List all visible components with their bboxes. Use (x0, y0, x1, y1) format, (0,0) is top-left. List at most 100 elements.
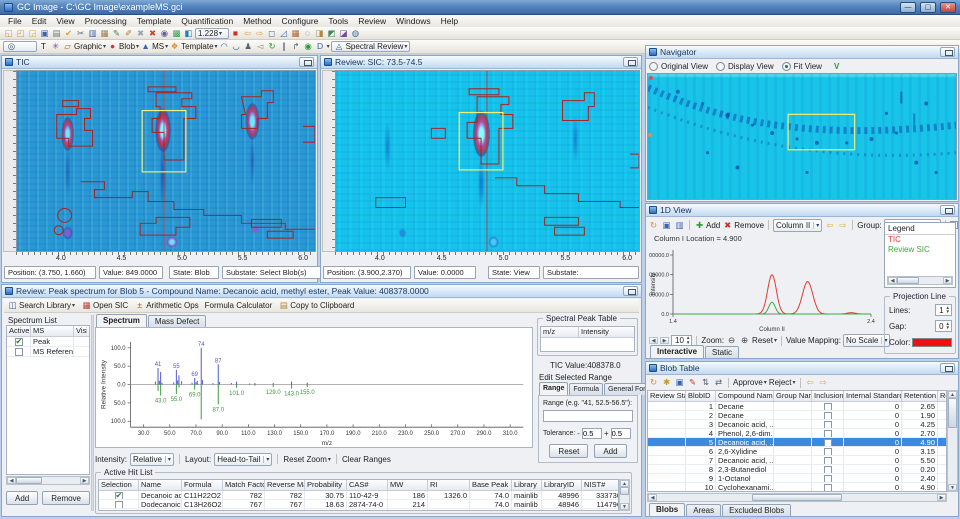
view-option[interactable]: Fit View (781, 61, 822, 71)
reject-button[interactable]: Reject ▾ (769, 378, 796, 387)
add-button[interactable]: Add (594, 444, 627, 458)
scroll-left-button[interactable]: ◀ (7, 477, 16, 484)
hit-list-row[interactable]: Dodecanoic a... C13H26O2 767 767 18.63 2… (99, 500, 618, 509)
paste-icon[interactable]: ▦ (99, 28, 110, 39)
copy-icon[interactable]: ▥ (87, 28, 98, 39)
calendar-icon[interactable]: ▦ (290, 28, 301, 39)
menu-item[interactable]: Quantification (176, 15, 238, 27)
maximize-button[interactable]: ▢ (920, 1, 936, 13)
blob-table-tab[interactable]: Blobs (649, 503, 686, 516)
scroll-down-button[interactable]: ▼ (948, 484, 957, 491)
reset-button[interactable]: Reset ▾ (752, 336, 777, 345)
spectrum-plot-box[interactable]: 30.0 50.0 70.0 90.0 110.0 130.0 150.0 170.0 190.… (95, 327, 533, 448)
layout-select[interactable]: Head-to-Tail ▾ (214, 452, 273, 466)
adjust-outline-icon[interactable]: ◡ (231, 41, 242, 52)
blob-table-tab[interactable]: Areas (686, 504, 722, 516)
clear-ranges-button[interactable]: Clear Ranges (342, 455, 391, 464)
arithmetic-ops-button[interactable]: ± Arithmetic Ops (134, 300, 198, 311)
hit-list-row[interactable]: Decanoic acid... C11H22O2 782 782 30.75 … (99, 491, 618, 500)
blob-row[interactable]: 7 Decanoic acid, ... 0 5.50 (648, 456, 946, 465)
search-library-button[interactable]: ◫ Search Library ▾ (7, 300, 75, 311)
spectrum-list-row[interactable]: MS Reference (7, 347, 89, 357)
menu-item[interactable]: Windows (391, 15, 435, 27)
save-icon[interactable]: ▣ (674, 377, 685, 388)
restore-button[interactable] (623, 286, 638, 296)
minimize-button[interactable]: — (900, 1, 916, 13)
template-menu[interactable]: ❖ Template ▾ (169, 41, 218, 52)
scroll-down-button[interactable]: ▼ (620, 503, 629, 510)
edit-icon[interactable]: ✎ (687, 377, 698, 388)
print-icon[interactable]: ▤ (51, 28, 62, 39)
open-recent-icon[interactable]: ◰ (15, 28, 26, 39)
menu-item[interactable]: Processing (80, 15, 132, 27)
refresh-icon[interactable]: ↻ (648, 377, 659, 388)
menu-item[interactable]: Help (436, 15, 463, 27)
tolerance-plus-input[interactable] (610, 428, 631, 439)
inclusion-checkbox[interactable] (823, 430, 832, 437)
formula-calculator-button[interactable]: Formula Calculator (205, 301, 273, 310)
erase-icon[interactable]: ✖ (147, 28, 158, 39)
approve-button[interactable]: Approve ▾ (733, 378, 767, 387)
menu-item[interactable]: Template (132, 15, 177, 27)
restore-button[interactable] (940, 47, 955, 57)
open-icon[interactable]: ◱ (3, 28, 14, 39)
legend-item[interactable]: Review SIC (885, 245, 955, 255)
column-header[interactable]: NIST# (582, 480, 618, 490)
column-header[interactable]: Library (512, 480, 542, 490)
column-header[interactable]: Selection (99, 480, 139, 490)
blob-table-hscrollbar[interactable]: ◀ ▶ (647, 493, 947, 502)
blob-row[interactable]: 1 Decane 0 2.65 (648, 402, 946, 411)
prev-arrow-icon[interactable]: ⇦ (805, 377, 816, 388)
blob-row[interactable]: 5 Decanoic acid, ... 0 4.90 (648, 438, 946, 447)
close-file-icon[interactable]: ◲ (27, 28, 38, 39)
menu-item[interactable]: Method (238, 15, 276, 27)
vertical-splitter[interactable] (91, 315, 94, 511)
palette-icon[interactable]: ◧ (183, 28, 194, 39)
shapes-tool-icon[interactable]: ✳ (50, 41, 61, 52)
active-checkbox[interactable] (14, 348, 23, 356)
column-header[interactable]: Intensity (579, 327, 634, 337)
column-header[interactable]: Inclusion (812, 391, 844, 401)
restore-button[interactable] (940, 205, 955, 215)
scroll-right-button[interactable]: ▶ (80, 477, 89, 484)
oned-chart[interactable]: 600000.0400000.0200000.00.01.42.4Column … (649, 244, 879, 332)
column-header[interactable]: Group Name (774, 391, 812, 401)
save-icon[interactable]: ▣ (661, 220, 672, 231)
zoom-tool-icon[interactable]: ◎ (3, 41, 37, 52)
column-header[interactable]: Reverse Ma... (265, 480, 305, 490)
image-icon[interactable]: ▩ (171, 28, 182, 39)
menu-item[interactable]: File (3, 15, 27, 27)
restore-button[interactable] (623, 57, 638, 67)
export-icon[interactable]: ↱ (291, 41, 302, 52)
column-header[interactable]: CAS# (347, 480, 388, 490)
menu-item[interactable]: View (51, 15, 79, 27)
delete-icon[interactable]: ✖ (135, 28, 146, 39)
menu-item[interactable]: Edit (27, 15, 52, 27)
spectrum-list-row[interactable]: Peak (7, 337, 89, 347)
inclusion-checkbox[interactable] (823, 448, 832, 455)
next-arrow-icon[interactable]: ⇨ (818, 377, 829, 388)
pan-right-button[interactable]: ▶ (660, 337, 669, 344)
next-arrow-icon[interactable]: ⇨ (837, 220, 848, 231)
blob-row[interactable]: 10 Cyclohexanami... 0 4.90 (648, 483, 946, 491)
blob-row[interactable]: 6 2,6-Xylidine 0 3.15 (648, 447, 946, 456)
text-tool-icon[interactable]: T (38, 41, 49, 52)
column-header[interactable]: Visi (74, 326, 87, 336)
spectrum-list-scrollbar[interactable]: ◀ ▶ (6, 476, 90, 485)
back-icon[interactable]: ⇦ (242, 28, 253, 39)
flatten-icon[interactable]: ◅ (255, 41, 266, 52)
validate-icon[interactable]: ✔ (63, 28, 74, 39)
column-header[interactable]: Reten (938, 391, 946, 401)
inclusion-checkbox[interactable] (823, 475, 832, 482)
target-icon[interactable]: ◉ (303, 41, 314, 52)
layers-icon[interactable]: ◨ (314, 28, 325, 39)
column-header[interactable]: LibraryID (542, 480, 582, 490)
restore-button[interactable] (940, 363, 955, 373)
restore-button[interactable] (299, 57, 314, 67)
selection-checkbox[interactable] (115, 510, 123, 511)
blob-row[interactable]: 4 Phenol, 2,6-dim... 0 2.70 (648, 429, 946, 438)
cut-icon[interactable]: ✂ (75, 28, 86, 39)
range-tab[interactable]: Range (539, 382, 569, 395)
zoom-window-icon[interactable]: ◻ (266, 28, 277, 39)
zoom-level-combo[interactable]: 1.228 ▾ (195, 27, 229, 39)
